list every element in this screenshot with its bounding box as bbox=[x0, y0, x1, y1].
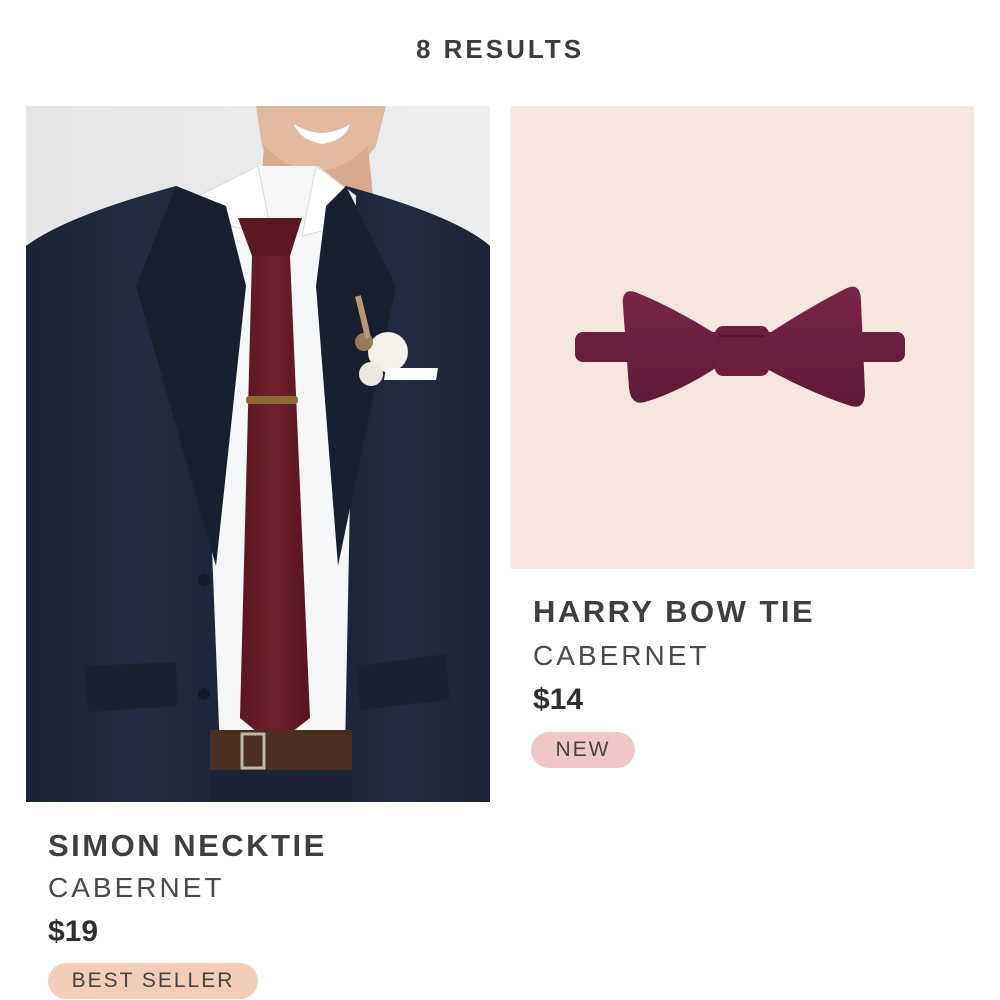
product-name-simon-necktie[interactable]: SIMON NECKTIE bbox=[48, 828, 327, 864]
product-color-harry-bow-tie: CABERNET bbox=[533, 640, 710, 671]
badge-best-seller: BEST SELLER bbox=[48, 963, 258, 999]
product-image-harry-bow-tie[interactable] bbox=[511, 106, 974, 569]
product-price-harry-bow-tie: $14 bbox=[533, 683, 584, 716]
product-color-simon-necktie: CABERNET bbox=[48, 872, 225, 903]
badge-new: NEW bbox=[531, 732, 635, 768]
product-name-harry-bow-tie[interactable]: HARRY BOW TIE bbox=[533, 594, 815, 630]
results-count: 8 RESULTS bbox=[415, 34, 585, 64]
product-image-simon-necktie[interactable] bbox=[26, 106, 490, 802]
product-price-simon-necktie: $19 bbox=[48, 915, 99, 948]
